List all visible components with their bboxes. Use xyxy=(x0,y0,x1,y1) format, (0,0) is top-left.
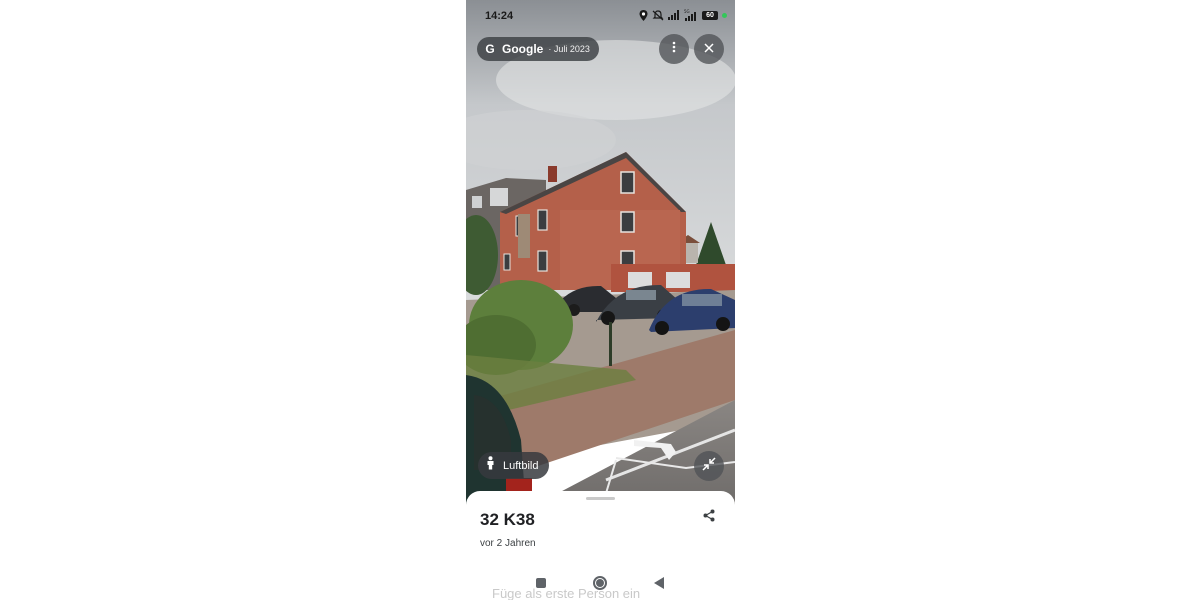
home-icon[interactable] xyxy=(593,576,607,590)
imagery-date: · Juli 2023 xyxy=(548,44,590,54)
close-icon xyxy=(704,40,714,58)
battery-icon: 60 xyxy=(702,10,718,20)
phone-screen: 14:24 5G 60 G Google · Juli 2023 Luftbil… xyxy=(466,0,735,600)
battery-level: 60 xyxy=(706,11,714,19)
close-button[interactable] xyxy=(694,34,724,64)
status-icons: 5G 60 xyxy=(639,9,727,21)
privacy-indicator xyxy=(722,12,727,18)
drag-handle[interactable] xyxy=(586,497,615,500)
place-title: 32 K38 xyxy=(480,510,535,529)
photo-age: vor 2 Jahren xyxy=(480,538,536,549)
street-view-image[interactable] xyxy=(466,0,735,510)
back-icon[interactable] xyxy=(654,577,664,589)
collapse-view-button[interactable] xyxy=(694,451,724,481)
system-nav-bar xyxy=(466,572,735,594)
google-g-icon: G xyxy=(485,42,495,56)
status-bar: 14:24 5G 60 xyxy=(466,0,735,32)
recents-icon[interactable] xyxy=(536,578,546,588)
pegman-icon xyxy=(486,456,495,475)
aerial-view-label: Luftbild xyxy=(503,459,539,472)
location-icon xyxy=(639,9,648,21)
mute-icon xyxy=(652,9,664,21)
share-button[interactable] xyxy=(698,507,720,529)
signal-icon xyxy=(668,10,680,20)
more-vert-icon xyxy=(672,40,676,58)
street-view-scene xyxy=(466,0,735,510)
svg-text:5G: 5G xyxy=(684,9,690,14)
status-time: 14:24 xyxy=(485,10,514,22)
aerial-view-button[interactable]: Luftbild xyxy=(478,452,550,479)
attribution-brand: Google xyxy=(502,42,544,56)
collapse-icon xyxy=(702,456,716,476)
imagery-attribution-chip[interactable]: G Google · Juli 2023 xyxy=(477,37,599,61)
more-options-button[interactable] xyxy=(659,34,689,64)
signal-5g-icon: 5G xyxy=(684,9,698,21)
share-icon xyxy=(703,509,715,527)
